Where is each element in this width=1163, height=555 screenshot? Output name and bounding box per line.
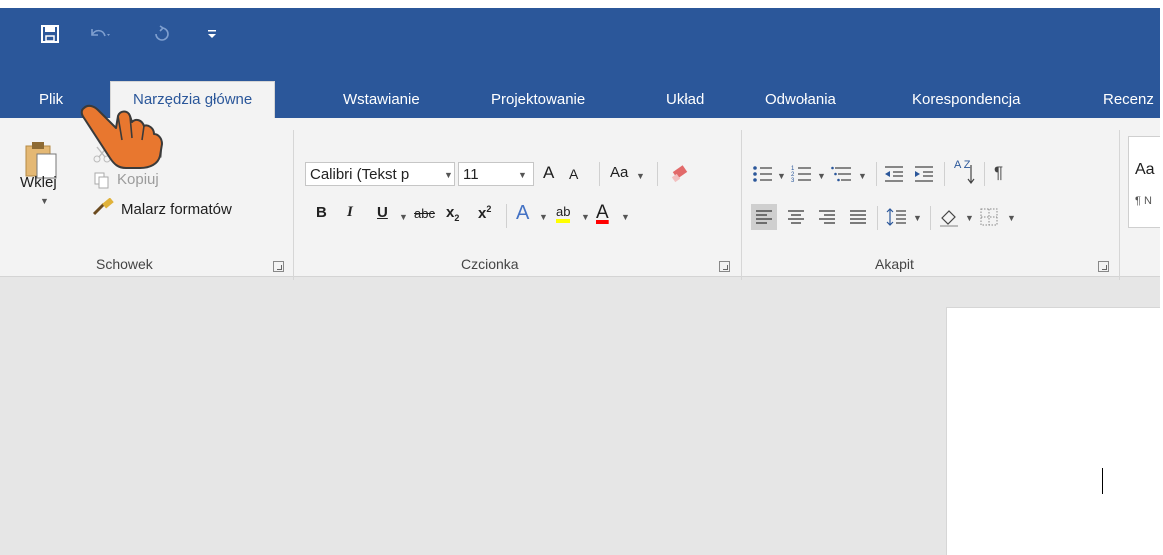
divider [877, 206, 878, 230]
ribbon-home: Wklej ▼ nij Kopiuj Malarz formatów Schow… [0, 118, 1160, 280]
paste-button[interactable]: Wklej [20, 174, 57, 191]
word-window: Plik Narzędzia główne Wstawianie Projekt… [0, 8, 1160, 555]
divider [876, 162, 877, 186]
tab-plik[interactable]: Plik [37, 82, 65, 118]
group-divider [293, 130, 294, 280]
quick-access-toolbar [0, 8, 1160, 68]
font-color-button[interactable]: A [596, 202, 609, 224]
numbering-dropdown-icon[interactable]: ▼ [817, 171, 826, 181]
multilevel-list-dropdown-icon[interactable]: ▼ [858, 171, 867, 181]
align-right-icon[interactable] [814, 204, 840, 230]
show-formatting-button[interactable]: ¶ [994, 163, 1003, 183]
paragraph-launcher-icon[interactable] [1098, 261, 1109, 272]
italic-button[interactable]: I [347, 204, 353, 221]
grow-font-button[interactable]: A [543, 163, 554, 183]
font-launcher-icon[interactable] [719, 261, 730, 272]
font-color-dropdown-icon[interactable]: ▼ [621, 212, 630, 222]
tab-odwolania[interactable]: Odwołania [763, 82, 838, 118]
styles-gallery[interactable]: Aa ¶ N [1128, 136, 1160, 228]
align-left-icon[interactable] [751, 204, 777, 230]
change-case-dropdown-icon[interactable]: ▼ [636, 171, 645, 181]
paste-dropdown-icon[interactable]: ▼ [40, 196, 49, 206]
ribbon-tabs: Plik Narzędzia główne Wstawianie Projekt… [0, 68, 1160, 118]
font-size-dropdown-icon[interactable]: ▼ [518, 170, 527, 180]
tab-recenzja[interactable]: Recenz [1101, 82, 1156, 118]
subscript-button[interactable]: x2 [446, 204, 459, 223]
divider [599, 162, 600, 186]
clipboard-group-label: Schowek [96, 256, 153, 272]
multilevel-list-icon[interactable] [830, 162, 854, 186]
customize-qat-icon[interactable] [205, 22, 219, 46]
group-divider [741, 130, 742, 280]
shrink-font-button[interactable]: A [569, 166, 578, 182]
decrease-indent-icon[interactable] [882, 162, 906, 186]
sort-arrow-icon [966, 162, 976, 186]
line-spacing-dropdown-icon[interactable]: ▼ [913, 213, 922, 223]
copy-button[interactable]: Kopiuj [117, 171, 159, 188]
underline-dropdown-icon[interactable]: ▼ [399, 212, 408, 222]
tab-uklad[interactable]: Układ [664, 82, 706, 118]
bold-button[interactable]: B [316, 204, 327, 221]
justify-icon[interactable] [845, 204, 871, 230]
save-icon[interactable] [38, 22, 62, 46]
redo-icon[interactable] [150, 22, 174, 46]
group-divider [1119, 130, 1120, 280]
paragraph-group-label: Akapit [875, 256, 914, 272]
font-group-label: Czcionka [461, 256, 519, 272]
clipboard-launcher-icon[interactable] [273, 261, 284, 272]
hand-pointer-icon [78, 100, 168, 172]
format-painter-button[interactable]: Malarz formatów [121, 201, 232, 218]
divider [657, 162, 658, 186]
undo-icon[interactable] [86, 22, 112, 46]
text-cursor [1102, 468, 1103, 494]
svg-text:3: 3 [791, 178, 795, 184]
text-effects-dropdown-icon[interactable]: ▼ [539, 212, 548, 222]
tab-projektowanie[interactable]: Projektowanie [489, 82, 587, 118]
numbering-icon[interactable]: 123 [790, 162, 814, 186]
divider [930, 206, 931, 230]
borders-icon[interactable] [976, 204, 1002, 230]
bullets-dropdown-icon[interactable]: ▼ [777, 171, 786, 181]
style-normal-label: ¶ N [1135, 195, 1152, 207]
shading-dropdown-icon[interactable]: ▼ [965, 213, 974, 223]
borders-dropdown-icon[interactable]: ▼ [1007, 213, 1016, 223]
divider [506, 204, 507, 228]
highlight-dropdown-icon[interactable]: ▼ [581, 212, 590, 222]
increase-indent-icon[interactable] [912, 162, 936, 186]
tab-wstawianie[interactable]: Wstawianie [341, 82, 422, 118]
superscript-button[interactable]: x2 [478, 204, 491, 222]
bullets-icon[interactable] [751, 162, 775, 186]
divider [984, 162, 985, 186]
sort-button[interactable]: A Z [954, 160, 971, 171]
format-painter-icon[interactable] [92, 198, 116, 218]
tab-korespondencja[interactable]: Korespondencja [910, 82, 1022, 118]
copy-icon[interactable] [92, 170, 112, 190]
shading-icon[interactable] [936, 204, 962, 230]
clear-formatting-icon[interactable] [668, 162, 692, 186]
style-preview-text: Aa [1135, 161, 1155, 178]
align-center-icon[interactable] [783, 204, 809, 230]
strikethrough-button[interactable]: abc [414, 206, 435, 221]
change-case-button[interactable]: Aa [610, 164, 628, 181]
text-effects-button[interactable]: A [516, 202, 529, 225]
font-name-select[interactable]: Calibri (Tekst p [305, 162, 455, 186]
font-name-dropdown-icon[interactable]: ▼ [444, 170, 453, 180]
divider [944, 162, 945, 186]
document-page[interactable] [946, 307, 1160, 555]
underline-button[interactable]: U [377, 204, 388, 221]
line-spacing-icon[interactable] [884, 204, 910, 230]
highlight-button[interactable]: ab [556, 204, 571, 223]
